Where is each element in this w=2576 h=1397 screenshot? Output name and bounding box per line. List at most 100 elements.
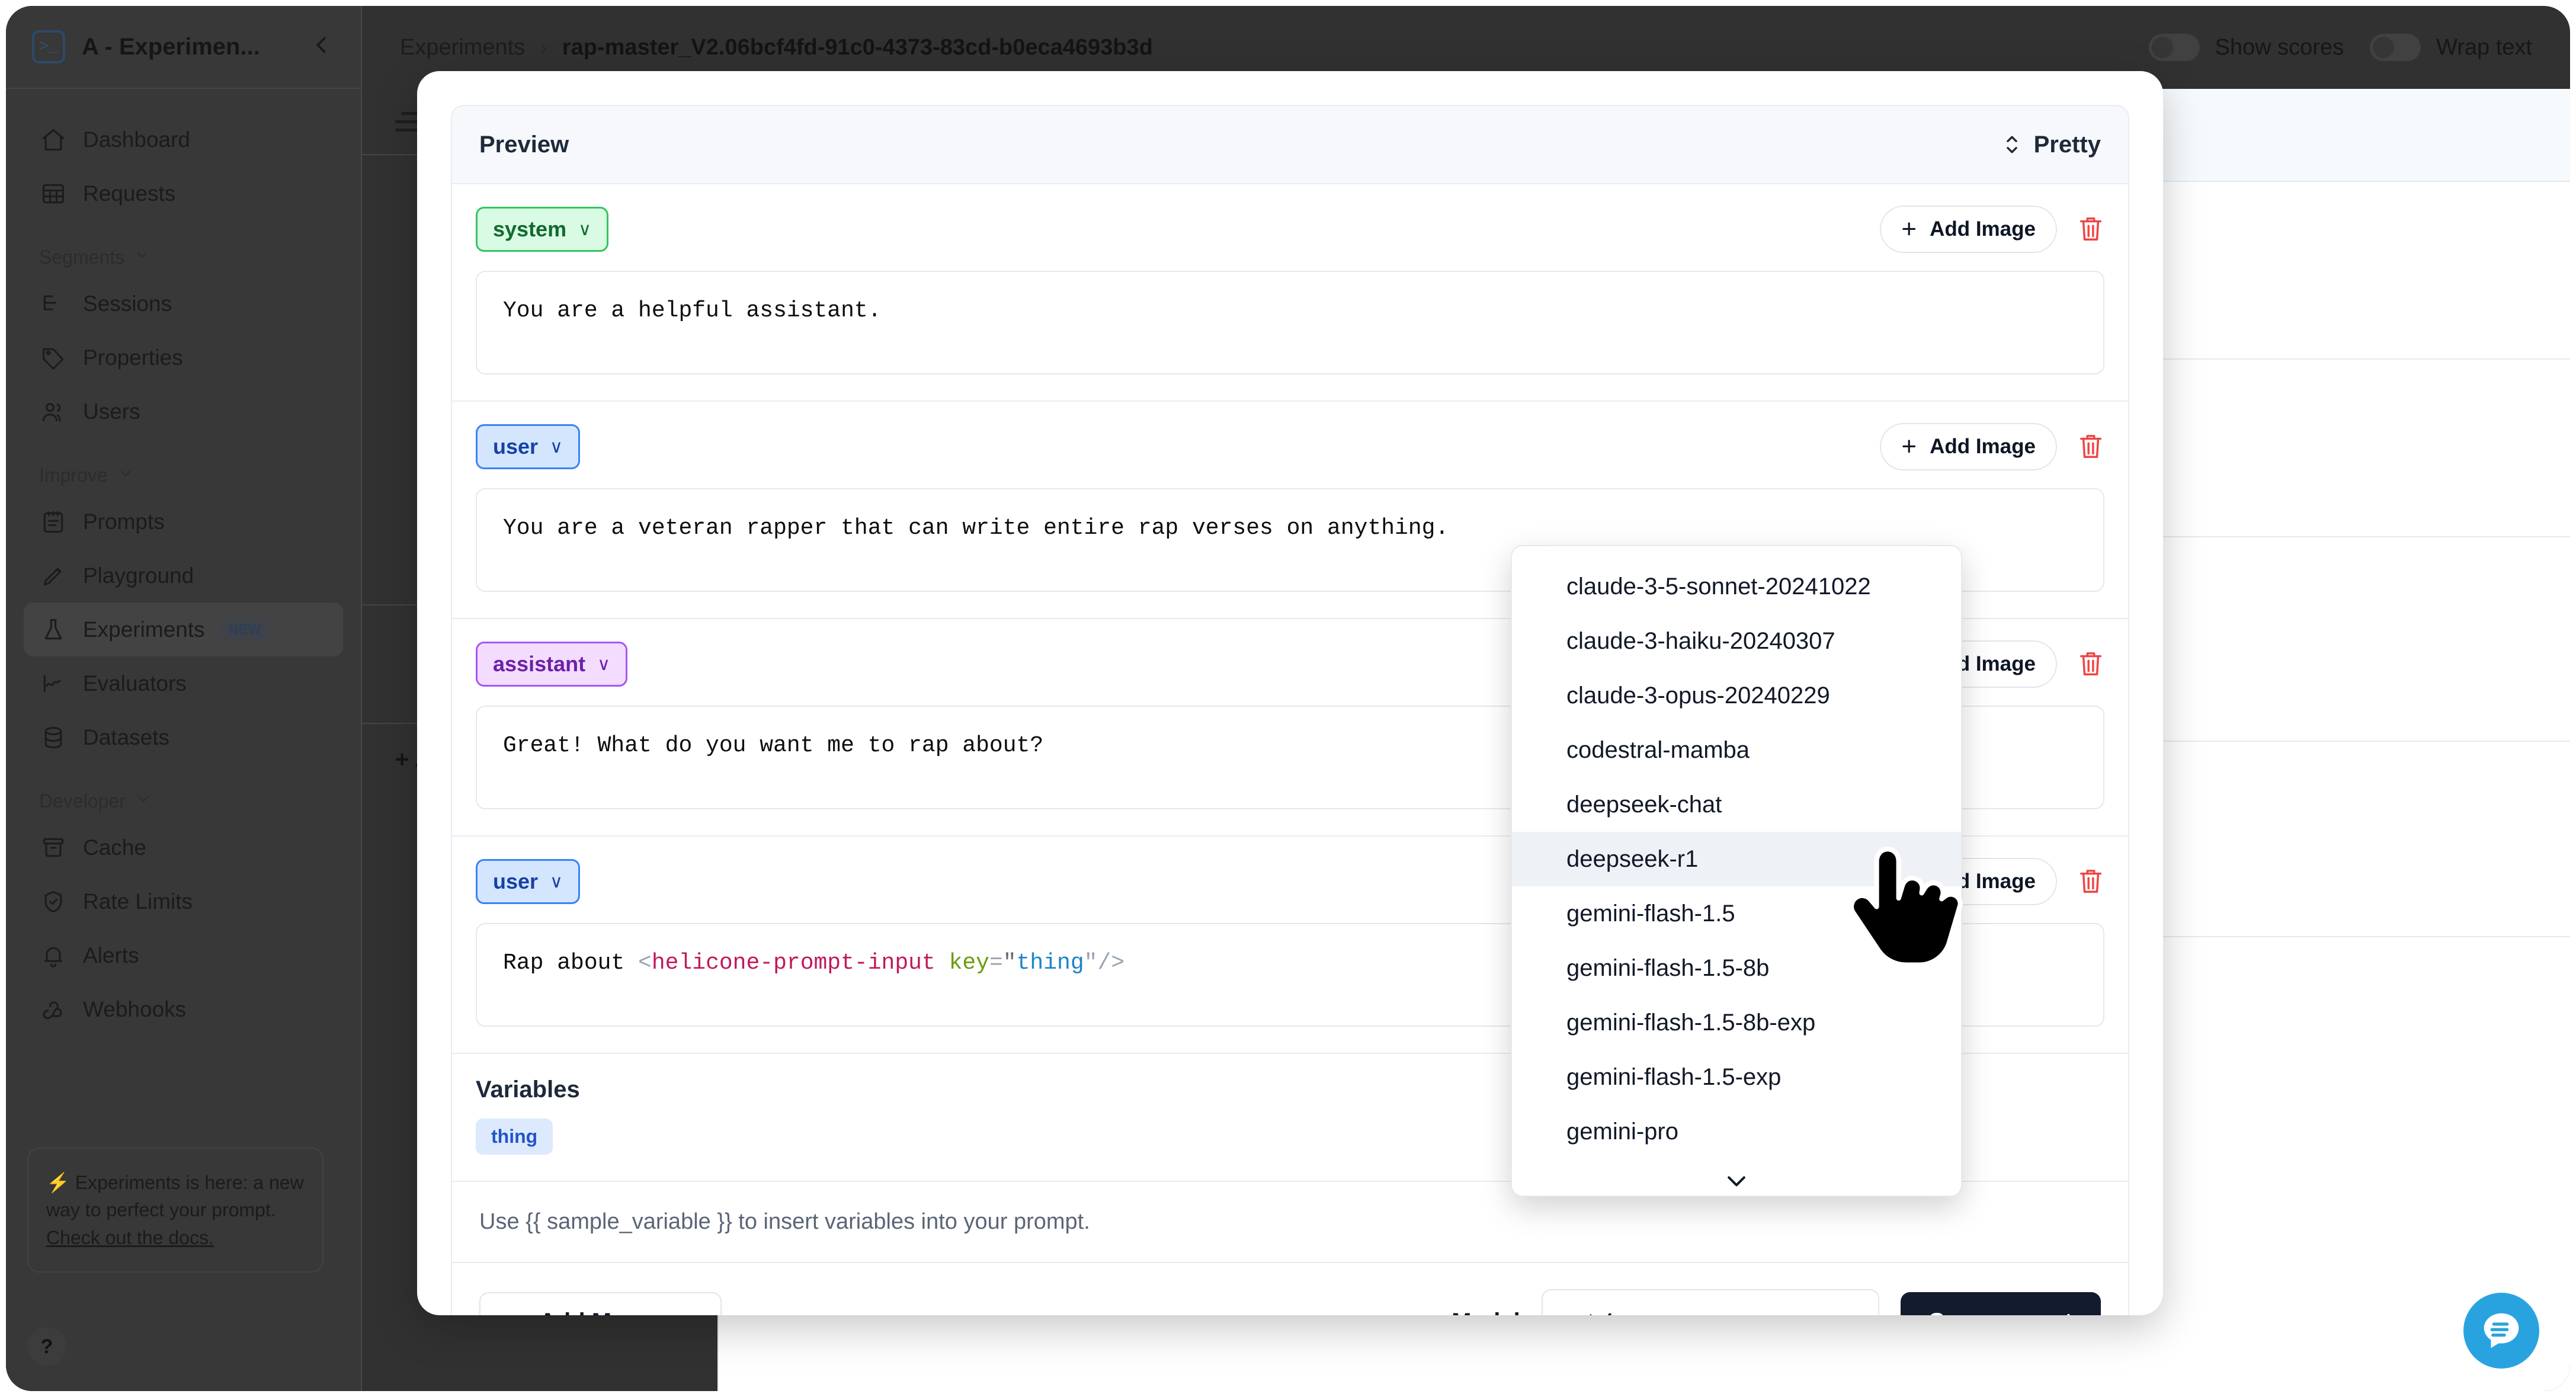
sidebar-group-label: Developer <box>39 790 126 812</box>
page-title: Preview <box>479 131 569 158</box>
message-toolbar: user ∨ + Add Image <box>476 423 2104 470</box>
help-button[interactable]: ? <box>27 1327 66 1366</box>
callout-docs-link[interactable]: Check out the docs. <box>46 1227 214 1248</box>
sidebar-item-label: Users <box>83 399 140 424</box>
pretty-toggle[interactable]: Pretty <box>2002 132 2101 158</box>
modal-header: Preview Pretty <box>451 105 2129 184</box>
dropdown-option[interactable]: codestral-mamba <box>1512 723 1961 777</box>
chevron-left-icon[interactable] <box>307 31 335 63</box>
chevron-down-icon[interactable] <box>1512 1159 1961 1196</box>
sidebar-item-label: Cache <box>83 835 146 860</box>
role-selector-user[interactable]: user ∨ <box>476 859 581 904</box>
callout-text: Experiments is here: a new way to perfec… <box>46 1171 304 1221</box>
save-prompt-button[interactable]: Save prompt <box>1900 1292 2101 1315</box>
sidebar-group-label: Segments <box>39 246 125 268</box>
screen-root: >_ A - Experimen... Dashboard Requests S… <box>0 0 2576 1397</box>
sidebar-item-prompts[interactable]: Prompts <box>24 495 343 549</box>
dropdown-option[interactable]: claude-3-haiku-20240307 <box>1512 614 1961 668</box>
chevron-down-icon <box>117 465 134 486</box>
bolt-icon: ⚡ <box>46 1171 70 1193</box>
model-label: Model <box>1452 1309 1520 1316</box>
sidebar-item-rate-limits[interactable]: Rate Limits <box>24 874 343 928</box>
toggle-switch[interactable] <box>2148 34 2200 61</box>
dropdown-option[interactable]: claude-3-5-sonnet-20241022 <box>1512 559 1961 614</box>
message-toolbar: system ∨ + Add Image <box>476 206 2104 253</box>
sidebar-item-users[interactable]: Users <box>24 385 343 438</box>
plus-icon: + <box>1901 214 1917 243</box>
chevron-up-down-icon <box>2002 132 2022 158</box>
wrap-text-toggle[interactable]: Wrap text <box>2370 34 2532 61</box>
show-scores-toggle[interactable]: Show scores <box>2148 34 2344 61</box>
plus-icon: + <box>1901 431 1917 461</box>
token-attr-value: thing <box>1016 950 1084 976</box>
list-tree-icon <box>39 290 68 318</box>
dropdown-option[interactable]: gemini-flash-1.5-8b-exp <box>1512 995 1961 1050</box>
variable-chip[interactable]: thing <box>476 1119 553 1155</box>
dropdown-option[interactable]: gemini-flash-1.5 <box>1512 886 1961 941</box>
trash-icon[interactable] <box>2077 649 2104 679</box>
dropdown-option[interactable]: gemini-pro <box>1512 1104 1961 1159</box>
footer-right-group: Model gpt-4o ∨ Save prompt <box>1452 1289 2101 1315</box>
role-selector-user[interactable]: user ∨ <box>476 424 581 469</box>
sidebar-item-requests[interactable]: Requests <box>24 166 343 220</box>
trash-icon[interactable] <box>2077 432 2104 462</box>
add-message-button[interactable]: + Add Message <box>479 1292 722 1315</box>
modal-footer: + Add Message Model gpt-4o ∨ Save prompt <box>451 1263 2129 1315</box>
chat-bubble-icon[interactable] <box>2463 1293 2539 1369</box>
sidebar-item-alerts[interactable]: Alerts <box>24 928 343 982</box>
add-image-label: Add Image <box>1930 217 2036 241</box>
sidebar-group-developer[interactable]: Developer <box>24 764 343 821</box>
sidebar-item-properties[interactable]: Properties <box>24 331 343 385</box>
pencil-icon <box>39 562 68 590</box>
trash-icon[interactable] <box>2077 867 2104 896</box>
webhook-icon <box>39 995 68 1024</box>
breadcrumb-current: rap-master_V2.06bcf4fd-91c0-4373-83cd-b0… <box>562 34 1153 60</box>
role-label: system <box>493 217 567 241</box>
message-content[interactable]: You are a helpful assistant. <box>476 271 2104 374</box>
sidebar-item-playground[interactable]: Playground <box>24 549 343 603</box>
sidebar-item-datasets[interactable]: Datasets <box>24 710 343 764</box>
model-select[interactable]: gpt-4o ∨ <box>1541 1289 1879 1315</box>
chevron-down-icon <box>134 247 150 268</box>
role-selector-assistant[interactable]: assistant ∨ <box>476 642 628 687</box>
add-image-button[interactable]: + Add Image <box>1880 206 2057 253</box>
message-row: system ∨ + Add Image You are a helpful a… <box>452 184 2128 402</box>
message-actions: + Add Image <box>1880 423 2104 470</box>
toggle-switch[interactable] <box>2370 34 2421 61</box>
trash-icon[interactable] <box>2077 214 2104 244</box>
token-equals: = <box>989 950 1003 976</box>
terminal-icon: >_ <box>32 30 65 63</box>
sidebar-item-sessions[interactable]: Sessions <box>24 277 343 331</box>
token-close: "/> <box>1084 950 1125 976</box>
sidebar-nav: Dashboard Requests Segments Sessions Pro… <box>6 89 361 1036</box>
sidebar-group-improve[interactable]: Improve <box>24 438 343 495</box>
token-tag-name: helicone-prompt-input <box>651 950 935 976</box>
sidebar-header[interactable]: >_ A - Experimen... <box>6 6 361 89</box>
dropdown-option[interactable]: gemini-flash-1.5-8b <box>1512 941 1961 995</box>
sidebar-item-label: Rate Limits <box>83 889 193 914</box>
sidebar-item-evaluators[interactable]: Evaluators <box>24 656 343 710</box>
dropdown-option[interactable]: claude-3-opus-20240229 <box>1512 668 1961 723</box>
sidebar-item-webhooks[interactable]: Webhooks <box>24 982 343 1036</box>
dropdown-option[interactable]: deepseek-chat <box>1512 777 1961 832</box>
role-selector-system[interactable]: system ∨ <box>476 207 609 252</box>
sidebar-item-label: Properties <box>83 345 183 370</box>
users-icon <box>39 398 68 426</box>
role-label: assistant <box>493 652 586 676</box>
sidebar-item-label: Alerts <box>83 943 139 967</box>
sidebar-group-label: Improve <box>39 464 108 486</box>
breadcrumb-root[interactable]: Experiments <box>400 35 525 60</box>
sidebar-item-label: Datasets <box>83 725 170 749</box>
dropdown-option-highlighted[interactable]: deepseek-r1 <box>1512 832 1961 886</box>
tag-icon <box>39 344 68 372</box>
sidebar-group-segments[interactable]: Segments <box>24 220 343 277</box>
sidebar-item-label: Webhooks <box>83 997 187 1021</box>
dropdown-option[interactable]: gemini-flash-1.5-exp <box>1512 1050 1961 1104</box>
sidebar-item-dashboard[interactable]: Dashboard <box>24 113 343 166</box>
add-image-button[interactable]: + Add Image <box>1880 423 2057 470</box>
sidebar-item-label: Dashboard <box>83 127 191 152</box>
sidebar-item-cache[interactable]: Cache <box>24 821 343 874</box>
sidebar-item-experiments[interactable]: Experiments NEW <box>24 603 343 656</box>
chart-line-icon <box>39 669 68 698</box>
org-title: A - Experimen... <box>82 33 260 60</box>
